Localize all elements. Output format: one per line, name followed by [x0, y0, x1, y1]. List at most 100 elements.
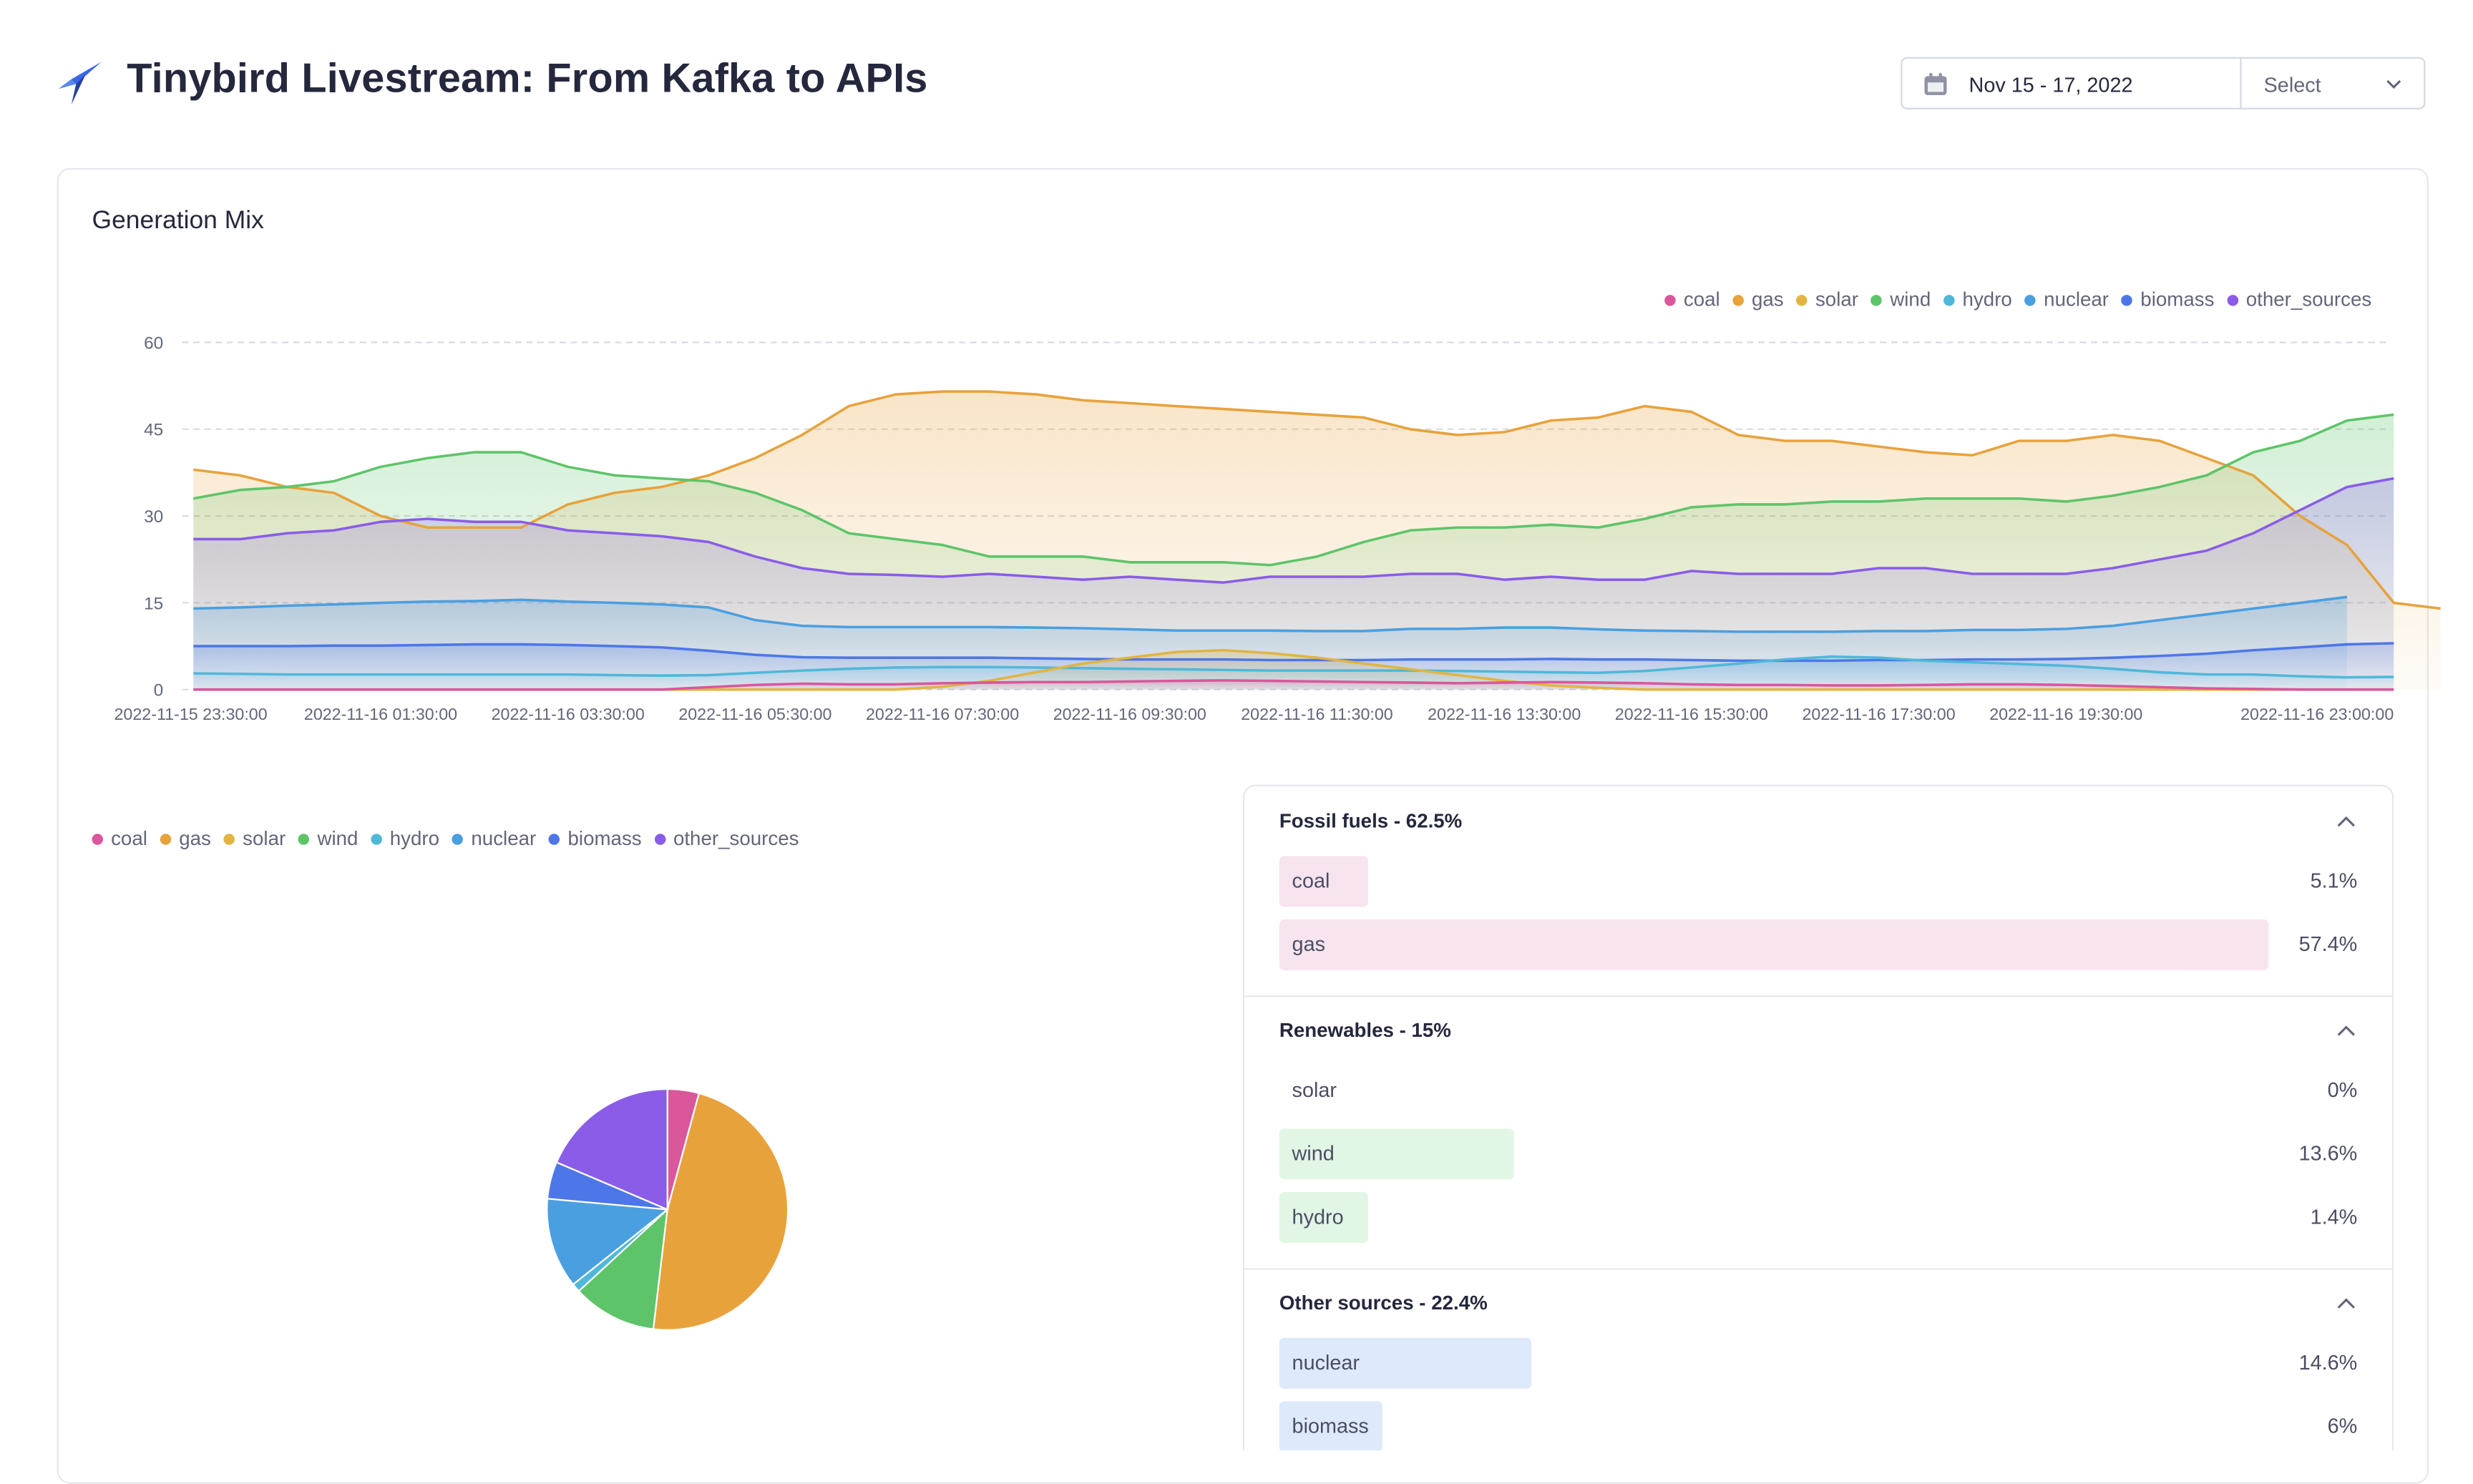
group-title[interactable]: Other sources - 22.4% — [1279, 1292, 1488, 1314]
x-tick-label: 2022-11-15 23:30:00 — [114, 705, 268, 723]
pie-legend-item-nuclear[interactable]: nuclear — [452, 827, 536, 849]
y-tick-label: 45 — [144, 421, 163, 440]
chevron-up-icon[interactable] — [2336, 1297, 2356, 1309]
legend-label: gas — [179, 827, 211, 850]
preset-select[interactable]: Select — [2264, 73, 2321, 97]
dashboard: Tinybird Livestream: From Kafka to APIs … — [0, 0, 2473, 1484]
source-bar-gas — [1279, 919, 2269, 970]
group-divider — [1244, 1268, 2393, 1270]
legend-label: biomass — [2140, 288, 2215, 311]
source-percentage: 5.1% — [2310, 869, 2358, 893]
legend-label: hydro — [1962, 288, 2012, 311]
legend-label: other_sources — [673, 827, 799, 850]
source-label: biomass — [1292, 1414, 1369, 1438]
x-tick-label: 2022-11-16 13:30:00 — [1428, 705, 1581, 723]
x-tick-label: 2022-11-16 19:30:00 — [1989, 705, 2142, 723]
x-tick-label: 2022-11-16 23:00:00 — [2240, 705, 2394, 723]
source-label: nuclear — [1292, 1350, 1360, 1375]
date-range-value[interactable]: Nov 15 - 17, 2022 — [1969, 73, 2133, 97]
pie-legend-item-hydro[interactable]: hydro — [371, 827, 439, 849]
legend-label: other_sources — [2245, 288, 2372, 311]
y-tick-label: 0 — [154, 681, 164, 700]
legend-item-nuclear[interactable]: nuclear — [2024, 288, 2109, 311]
legend-item-gas[interactable]: gas — [1732, 288, 1784, 311]
pie-chart-legend: coal gas solar wind hydro nuclear biomass other… — [92, 827, 799, 849]
legend-dot-icon — [1870, 293, 1883, 306]
legend-item-coal[interactable]: coal — [1664, 288, 1720, 311]
group-divider — [1244, 995, 2393, 997]
source-percentage: 1.4% — [2310, 1204, 2358, 1229]
source-label: wind — [1292, 1141, 1335, 1166]
page-title: Tinybird Livestream: From Kafka to APIs — [127, 54, 928, 102]
filter-divider — [2240, 58, 2242, 108]
legend-label: gas — [1751, 288, 1784, 311]
legend-item-hydro[interactable]: hydro — [1943, 288, 2012, 311]
pie-legend-item-wind[interactable]: wind — [298, 827, 358, 849]
line-chart-legend: coal gas solar wind hydro nuclear biomass other… — [1664, 288, 2371, 311]
legend-dot-icon — [548, 833, 560, 844]
legend-dot-icon — [2024, 293, 2037, 306]
pie-legend-item-coal[interactable]: coal — [92, 827, 147, 849]
source-label: coal — [1292, 869, 1330, 893]
legend-label: solar — [243, 827, 286, 850]
legend-label: hydro — [389, 827, 440, 850]
x-tick-label: 2022-11-16 17:30:00 — [1802, 705, 1955, 723]
y-tick-label: 15 — [144, 594, 163, 613]
legend-dot-icon — [1732, 293, 1744, 306]
legend-label: solar — [1815, 288, 1858, 311]
legend-label: coal — [1683, 288, 1720, 311]
legend-item-biomass[interactable]: biomass — [2121, 288, 2215, 311]
legend-item-solar[interactable]: solar — [1796, 288, 1858, 311]
legend-label: wind — [1890, 288, 1931, 311]
legend-dot-icon — [1664, 293, 1676, 306]
legend-dot-icon — [2227, 293, 2238, 306]
legend-dot-icon — [2121, 293, 2133, 306]
legend-label: nuclear — [2044, 288, 2109, 311]
x-tick-label: 2022-11-16 03:30:00 — [492, 705, 645, 723]
legend-dot-icon — [371, 833, 382, 844]
x-tick-label: 2022-11-16 05:30:00 — [678, 705, 831, 723]
x-tick-label: 2022-11-16 07:30:00 — [866, 705, 1019, 723]
legend-label: wind — [317, 827, 358, 850]
source-percentage: 6% — [2327, 1414, 2358, 1438]
date-filter[interactable]: Nov 15 - 17, 2022 Select — [1901, 57, 2426, 109]
legend-label: nuclear — [471, 827, 537, 850]
source-label: hydro — [1292, 1204, 1344, 1229]
legend-dot-icon — [452, 833, 464, 844]
x-tick-label: 2022-11-16 09:30:00 — [1053, 705, 1206, 723]
group-title[interactable]: Renewables - 15% — [1279, 1020, 1451, 1042]
source-label: gas — [1292, 932, 1326, 956]
source-percentage: 0% — [2327, 1078, 2358, 1102]
legend-dot-icon — [160, 833, 172, 844]
legend-label: biomass — [567, 827, 642, 850]
y-tick-label: 60 — [144, 333, 163, 353]
pie-legend-item-solar[interactable]: solar — [223, 827, 286, 850]
x-tick-label: 2022-11-16 15:30:00 — [1615, 705, 1768, 723]
calendar-icon — [1924, 72, 1947, 95]
legend-dot-icon — [92, 833, 104, 844]
source-percentage: 13.6% — [2298, 1141, 2358, 1166]
legend-item-other-sources[interactable]: other_sources — [2227, 288, 2371, 311]
source-label: solar — [1292, 1078, 1337, 1102]
group-title[interactable]: Fossil fuels - 62.5% — [1279, 810, 1462, 832]
y-tick-label: 30 — [144, 507, 163, 527]
legend-item-wind[interactable]: wind — [1870, 288, 1931, 311]
legend-dot-icon — [654, 833, 665, 844]
legend-label: coal — [111, 827, 147, 850]
source-breakdown-table: Fossil fuels - 62.5% coal 5.1% gas 57.4% Rene… — [1242, 784, 2394, 1451]
source-percentage: 57.4% — [2298, 932, 2358, 956]
pie-legend-item-other-sources[interactable]: other_sources — [654, 827, 799, 849]
legend-dot-icon — [298, 833, 310, 844]
legend-dot-icon — [1943, 293, 1955, 306]
x-tick-label: 2022-11-16 11:30:00 — [1241, 705, 1393, 723]
chevron-up-icon[interactable] — [2336, 1024, 2356, 1037]
pie-legend-item-gas[interactable]: gas — [160, 827, 211, 849]
chevron-up-icon[interactable] — [2336, 815, 2356, 828]
source-percentage: 14.6% — [2298, 1350, 2358, 1375]
legend-dot-icon — [223, 833, 235, 844]
generation-pie-chart — [546, 1088, 789, 1331]
pie-legend-item-biomass[interactable]: biomass — [548, 827, 642, 850]
x-tick-label: 2022-11-16 01:30:00 — [304, 705, 457, 723]
generation-line-chart: 0 15 30 45 60 2022-11-15 23:30:00 2022-11-16 0… — [114, 333, 2441, 723]
chevron-down-icon[interactable] — [2384, 76, 2404, 92]
